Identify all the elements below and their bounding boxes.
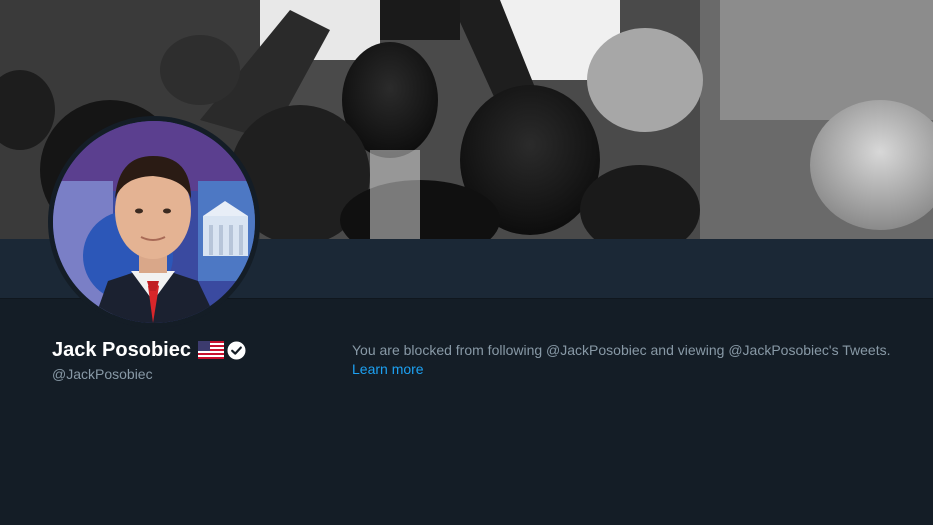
verified-badge-icon bbox=[227, 341, 246, 360]
profile-info: Jack Posobiec @JackPosobiec bbox=[52, 338, 246, 382]
avatar[interactable] bbox=[53, 121, 255, 323]
display-name[interactable]: Jack Posobiec bbox=[52, 339, 191, 362]
us-flag-icon bbox=[197, 341, 224, 359]
avatar-photo bbox=[53, 121, 255, 323]
blocked-message-text: You are blocked from following @JackPoso… bbox=[352, 342, 891, 358]
blocked-notice: You are blocked from following @JackPoso… bbox=[352, 341, 922, 379]
name-row: Jack Posobiec bbox=[52, 338, 246, 362]
user-handle[interactable]: @JackPosobiec bbox=[52, 366, 246, 382]
learn-more-link[interactable]: Learn more bbox=[352, 361, 424, 377]
